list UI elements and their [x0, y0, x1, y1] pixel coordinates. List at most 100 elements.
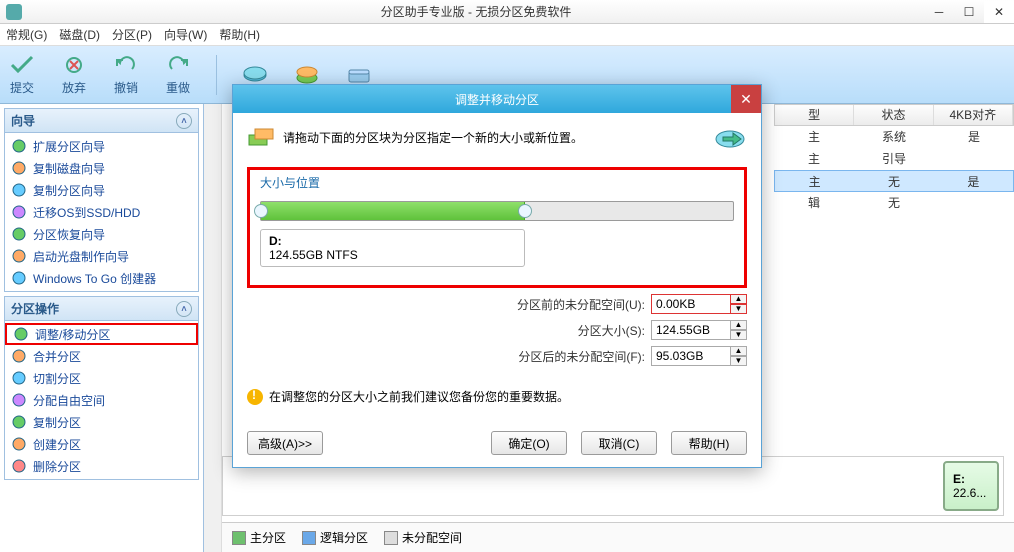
table-row[interactable]: 主引导 — [774, 148, 1014, 170]
spin-up-icon[interactable]: ▲ — [731, 320, 747, 330]
wizard-panel-title: 向导 — [11, 112, 35, 129]
wizard-item-icon — [11, 160, 27, 176]
wizard-panel-header[interactable]: 向导 ˄ — [5, 109, 198, 133]
sidebar-ops-item[interactable]: 调整/移动分区 — [5, 323, 198, 345]
partition-slider[interactable] — [260, 201, 734, 221]
sidebar-item-label: 分配自由空间 — [33, 392, 105, 409]
input-partition-size[interactable] — [651, 320, 731, 340]
resize-move-dialog: 调整并移动分区 ✕ 请拖动下面的分区块为分区指定一个新的大小或新位置。 大小与位… — [232, 84, 762, 468]
label-partition-size: 分区大小(S): — [578, 322, 645, 339]
spin-down-icon[interactable]: ▼ — [731, 356, 747, 366]
sidebar-wizard-item[interactable]: 复制分区向导 — [5, 179, 198, 201]
cell-4kb: 是 — [934, 171, 1013, 191]
drive-info-box: D: 124.55GB NTFS — [260, 229, 525, 267]
dialog-instruction: 请拖动下面的分区块为分区指定一个新的大小或新位置。 — [283, 129, 583, 146]
sidebar-wizard-item[interactable]: 迁移OS到SSD/HDD — [5, 201, 198, 223]
input-space-after[interactable] — [651, 346, 731, 366]
cell-type: 辑 — [774, 192, 854, 214]
menu-disk[interactable]: 磁盘(D) — [59, 26, 100, 43]
window-title: 分区助手专业版 - 无损分区免费软件 — [28, 3, 924, 20]
col-type[interactable]: 型 — [775, 105, 854, 125]
legend-primary-swatch — [232, 531, 246, 545]
spinner-partition-size[interactable]: ▲▼ — [651, 320, 747, 340]
wizard-item-icon — [11, 348, 27, 364]
table-row[interactable]: 主系统是 — [774, 126, 1014, 148]
commit-button[interactable]: 提交 — [8, 53, 36, 96]
menu-partition[interactable]: 分区(P) — [112, 26, 152, 43]
cell-4kb — [934, 148, 1014, 170]
advanced-button[interactable]: 高级(A)>> — [247, 431, 323, 455]
sidebar-wizard-item[interactable]: Windows To Go 创建器 — [5, 267, 198, 289]
chevron-up-icon[interactable]: ˄ — [176, 113, 192, 129]
redo-label: 重做 — [166, 79, 190, 96]
sidebar-wizard-item[interactable]: 扩展分区向导 — [5, 135, 198, 157]
cell-status: 无 — [854, 171, 933, 191]
wizard-item-icon — [13, 326, 29, 342]
ops-panel-header[interactable]: 分区操作 ˄ — [5, 297, 198, 321]
window-close-button[interactable]: ✕ — [984, 1, 1014, 23]
slider-handle-left[interactable] — [254, 204, 268, 218]
spinner-space-before[interactable]: ▲▼ — [651, 294, 747, 314]
cell-status: 系统 — [854, 126, 934, 148]
chevron-up-icon[interactable]: ˄ — [176, 301, 192, 317]
sidebar-ops-item[interactable]: 分配自由空间 — [5, 389, 198, 411]
sidebar-ops-item[interactable]: 切割分区 — [5, 367, 198, 389]
sidebar-ops-item[interactable]: 复制分区 — [5, 411, 198, 433]
wizard-item-icon — [11, 392, 27, 408]
wizard-item-icon — [11, 138, 27, 154]
cell-type: 主 — [774, 126, 854, 148]
legend-unalloc-label: 未分配空间 — [402, 529, 462, 546]
warning-text: 在调整您的分区大小之前我们建议您备份您的重要数据。 — [269, 388, 569, 405]
sidebar-item-label: 合并分区 — [33, 348, 81, 365]
cancel-button[interactable]: 取消(C) — [581, 431, 657, 455]
redo-button[interactable]: 重做 — [164, 53, 192, 96]
menu-general[interactable]: 常规(G) — [6, 26, 47, 43]
slider-handle-right[interactable] — [518, 204, 532, 218]
sidebar-ops-item[interactable]: 删除分区 — [5, 455, 198, 477]
discard-button[interactable]: 放弃 — [60, 53, 88, 96]
sidebar-item-label: 扩展分区向导 — [33, 138, 105, 155]
table-row[interactable]: 辑无 — [774, 192, 1014, 214]
wizard-item-icon — [11, 182, 27, 198]
spin-down-icon[interactable]: ▼ — [731, 330, 747, 340]
dialog-close-button[interactable]: ✕ — [731, 85, 761, 113]
col-status[interactable]: 状态 — [854, 105, 933, 125]
sidebar-wizard-item[interactable]: 复制磁盘向导 — [5, 157, 198, 179]
spin-up-icon[interactable]: ▲ — [731, 294, 747, 304]
sidebar-item-label: 分区恢复向导 — [33, 226, 105, 243]
menu-help[interactable]: 帮助(H) — [219, 26, 260, 43]
sidebar-item-label: 复制分区 — [33, 414, 81, 431]
help-button[interactable]: 帮助(H) — [671, 431, 747, 455]
ops-panel-title: 分区操作 — [11, 300, 59, 317]
sidebar-scrollbar[interactable] — [204, 104, 222, 552]
toolbar-drive-icon[interactable] — [345, 63, 373, 87]
col-4kb[interactable]: 4KB对齐 — [934, 105, 1013, 125]
sidebar-wizard-item[interactable]: 启动光盘制作向导 — [5, 245, 198, 267]
window-maximize-button[interactable]: ☐ — [954, 1, 984, 23]
dialog-titlebar[interactable]: 调整并移动分区 ✕ — [233, 85, 761, 113]
toolbar-disk-icon-2[interactable] — [293, 63, 321, 87]
toolbar-disk-icon-1[interactable] — [241, 63, 269, 87]
spin-down-icon[interactable]: ▼ — [731, 304, 747, 314]
sidebar-wizard-item[interactable]: 分区恢复向导 — [5, 223, 198, 245]
ok-button[interactable]: 确定(O) — [491, 431, 567, 455]
menu-wizard[interactable]: 向导(W) — [164, 26, 207, 43]
input-space-before[interactable] — [651, 294, 731, 314]
legend-unalloc-swatch — [384, 531, 398, 545]
partition-table-right: 型 状态 4KB对齐 主系统是主引导主无是辑无 — [774, 104, 1014, 214]
legend-primary-label: 主分区 — [250, 529, 286, 546]
sidebar-ops-item[interactable]: 合并分区 — [5, 345, 198, 367]
partition-bar-main[interactable] — [227, 461, 937, 511]
partition-block-e[interactable]: E: 22.6... — [943, 461, 999, 511]
disk-icon — [241, 63, 269, 87]
table-row[interactable]: 主无是 — [774, 170, 1014, 192]
window-minimize-button[interactable]: ─ — [924, 1, 954, 23]
spin-up-icon[interactable]: ▲ — [731, 346, 747, 356]
legend-logical-swatch — [302, 531, 316, 545]
undo-button[interactable]: 撤销 — [112, 53, 140, 96]
sidebar-item-label: Windows To Go 创建器 — [33, 270, 156, 287]
spinner-space-after[interactable]: ▲▼ — [651, 346, 747, 366]
sidebar-ops-item[interactable]: 创建分区 — [5, 433, 198, 455]
menu-bar: 常规(G) 磁盘(D) 分区(P) 向导(W) 帮助(H) — [0, 24, 1014, 46]
cell-type: 主 — [775, 171, 854, 191]
